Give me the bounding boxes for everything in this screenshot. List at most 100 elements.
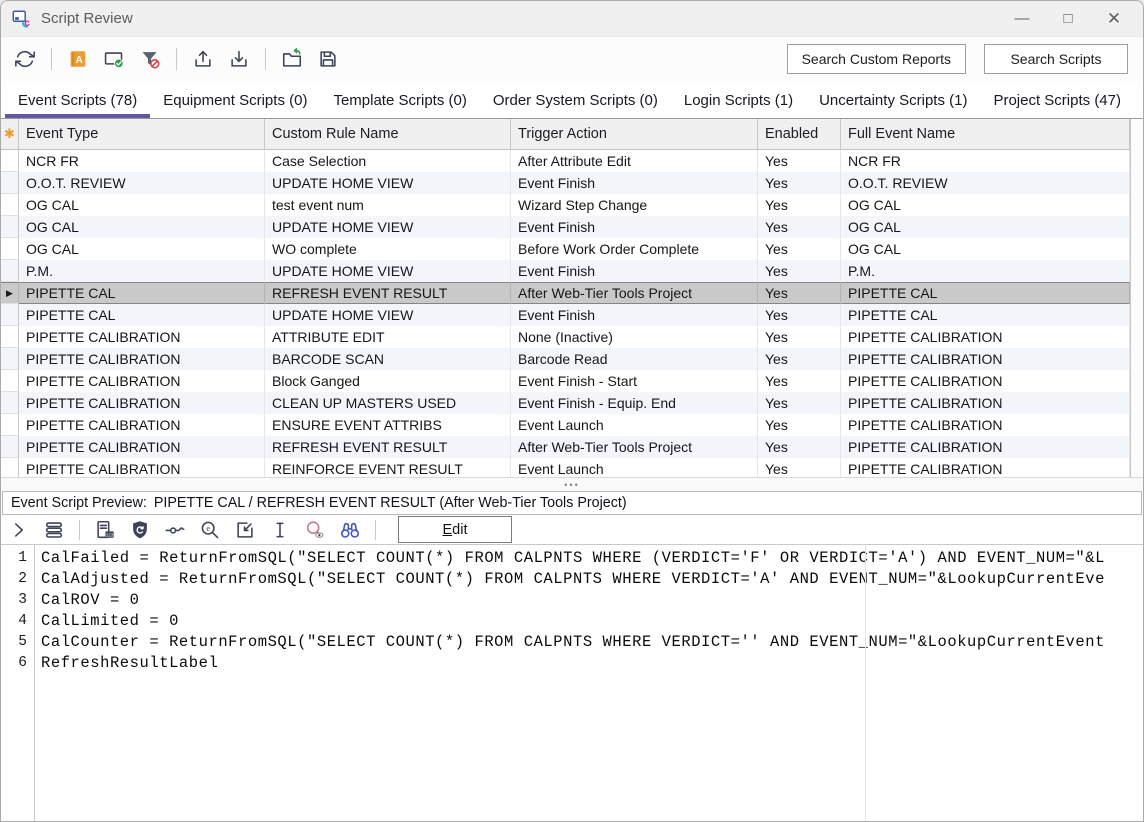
cell-event-type: PIPETTE CALIBRATION [19,392,265,414]
import-icon[interactable] [227,47,251,71]
cell-enabled: Yes [758,326,841,348]
minimize-button[interactable]: — [999,1,1045,36]
cell-full-event-name: PIPETTE CALIBRATION [841,370,1130,392]
toolbar-separator [51,48,52,70]
cell-custom-rule-name: REFRESH EVENT RESULT [265,282,511,304]
validate-screen-icon[interactable] [102,47,126,71]
find-binoculars-icon[interactable] [338,518,362,542]
cell-custom-rule-name: UPDATE HOME VIEW [265,172,511,194]
table-row[interactable]: PIPETTE CAL UPDATE HOME VIEW Event Finis… [1,304,1130,326]
cell-trigger-action: Event Launch [511,414,758,436]
cell-enabled: Yes [758,194,841,216]
cell-trigger-action: Event Finish - Start [511,370,758,392]
signal-trace-icon[interactable] [163,518,187,542]
edit-button[interactable]: Edit [398,516,512,543]
shield-refresh-icon[interactable] [128,518,152,542]
table-row[interactable]: PIPETTE CALIBRATION CLEAN UP MASTERS USE… [1,392,1130,414]
editor-gutter: 123456 [1,545,35,821]
tab-label: Login Scripts (1) [684,92,793,109]
cell-event-type: PIPETTE CALIBRATION [19,326,265,348]
code-line: CalROV = 0 [41,590,1143,611]
line-number: 2 [1,569,34,590]
tab-label: Order System Scripts (0) [493,92,658,109]
tab[interactable]: Template Scripts (0) [320,84,479,118]
cell-full-event-name: PIPETTE CALIBRATION [841,326,1130,348]
save-icon[interactable] [316,47,340,71]
column-header-full-event-name[interactable]: Full Event Name [841,119,1130,149]
open-folder-icon[interactable] [280,47,304,71]
table-row[interactable]: PIPETTE CALIBRATION ENSURE EVENT ATTRIBS… [1,414,1130,436]
cell-full-event-name: PIPETTE CALIBRATION [841,458,1130,477]
tab[interactable]: Order System Scripts (0) [480,84,671,118]
script-values-icon[interactable]: 123 [93,518,117,542]
table-row[interactable]: NCR FR Case Selection After Attribute Ed… [1,150,1130,172]
tab[interactable]: Project Scripts (47) [980,84,1134,118]
cell-full-event-name: NCR FR [841,150,1130,172]
text-cursor-icon[interactable] [268,518,292,542]
table-row[interactable]: PIPETTE CALIBRATION REFRESH EVENT RESULT… [1,436,1130,458]
row-indicator [1,370,19,392]
run-icon[interactable] [7,518,31,542]
cell-full-event-name: PIPETTE CALIBRATION [841,348,1130,370]
table-row[interactable]: PIPETTE CALIBRATION BARCODE SCAN Barcode… [1,348,1130,370]
cell-enabled: Yes [758,392,841,414]
window-title: Script Review [41,10,133,27]
cell-custom-rule-name: UPDATE HOME VIEW [265,216,511,238]
cell-event-type: NCR FR [19,150,265,172]
cell-trigger-action: After Web-Tier Tools Project [511,282,758,304]
row-indicator: ▶ [1,282,19,304]
cell-enabled: Yes [758,216,841,238]
tab[interactable]: Uncertainty Scripts (1) [806,84,980,118]
cell-custom-rule-name: WO complete [265,238,511,260]
export-icon[interactable] [191,47,215,71]
maximize-button[interactable]: □ [1045,1,1091,36]
column-header-trigger-action[interactable]: Trigger Action [511,119,758,149]
row-indicator-header: ✱ [1,119,19,149]
cell-event-type: P.M. [19,260,265,282]
table-row[interactable]: OG CAL test event num Wizard Step Change… [1,194,1130,216]
cell-event-type: O.O.T. REVIEW [19,172,265,194]
refresh-icon[interactable] [13,47,37,71]
column-header-custom-rule-name[interactable]: Custom Rule Name [265,119,511,149]
search-scripts-button[interactable]: Search Scripts [984,44,1128,74]
table-row[interactable]: PIPETTE CALIBRATION Block Ganged Event F… [1,370,1130,392]
svg-text:123: 123 [106,532,114,537]
cell-custom-rule-name: UPDATE HOME VIEW [265,304,511,326]
column-header-event-type[interactable]: Event Type [19,119,265,149]
cell-trigger-action: Event Finish [511,216,758,238]
row-indicator [1,172,19,194]
tab-label: Event Scripts (78) [18,92,137,109]
code-line: CalAdjusted = ReturnFromSQL("SELECT COUN… [41,569,1143,590]
clear-filter-icon[interactable] [138,47,162,71]
splitter-dots: ••• [564,482,579,488]
tab[interactable]: Login Scripts (1) [671,84,806,118]
row-indicator [1,150,19,172]
table-row[interactable]: ▶ PIPETTE CAL REFRESH EVENT RESULT After… [1,282,1130,304]
tab[interactable]: Equipment Scripts (0) [150,84,320,118]
inspect-eye-icon[interactable] [303,518,327,542]
table-row[interactable]: P.M. UPDATE HOME VIEW Event Finish Yes P… [1,260,1130,282]
table-row[interactable]: OG CAL UPDATE HOME VIEW Event Finish Yes… [1,216,1130,238]
editor-code[interactable]: CalFailed = ReturnFromSQL("SELECT COUNT(… [35,545,1143,821]
line-number: 3 [1,590,34,611]
table-row[interactable]: OG CAL WO complete Before Work Order Com… [1,238,1130,260]
table-body: NCR FR Case Selection After Attribute Ed… [1,150,1130,477]
close-button[interactable]: ✕ [1091,1,1137,36]
table-row[interactable]: PIPETTE CALIBRATION REINFORCE EVENT RESU… [1,458,1130,477]
column-header-enabled[interactable]: Enabled [758,119,841,149]
table-row[interactable]: O.O.T. REVIEW UPDATE HOME VIEW Event Fin… [1,172,1130,194]
insert-box-icon[interactable] [233,518,257,542]
code-line: CalCounter = ReturnFromSQL("SELECT COUNT… [41,632,1143,653]
stacked-rows-icon[interactable] [42,518,66,542]
tab[interactable]: Preview Fix [1134,84,1144,118]
cell-full-event-name: PIPETTE CALIBRATION [841,414,1130,436]
toolbar-separator [375,520,376,540]
toolbar-separator [176,48,177,70]
table-row[interactable]: PIPETTE CALIBRATION ATTRIBUTE EDIT None … [1,326,1130,348]
splitter-handle[interactable]: ••• [1,477,1143,491]
zoom-expression-icon[interactable]: e [198,518,222,542]
toolbar-separator [79,520,80,540]
search-custom-reports-button[interactable]: Search Custom Reports [787,44,966,74]
tab[interactable]: Event Scripts (78) [5,84,150,118]
attribute-book-icon[interactable]: A [66,47,90,71]
